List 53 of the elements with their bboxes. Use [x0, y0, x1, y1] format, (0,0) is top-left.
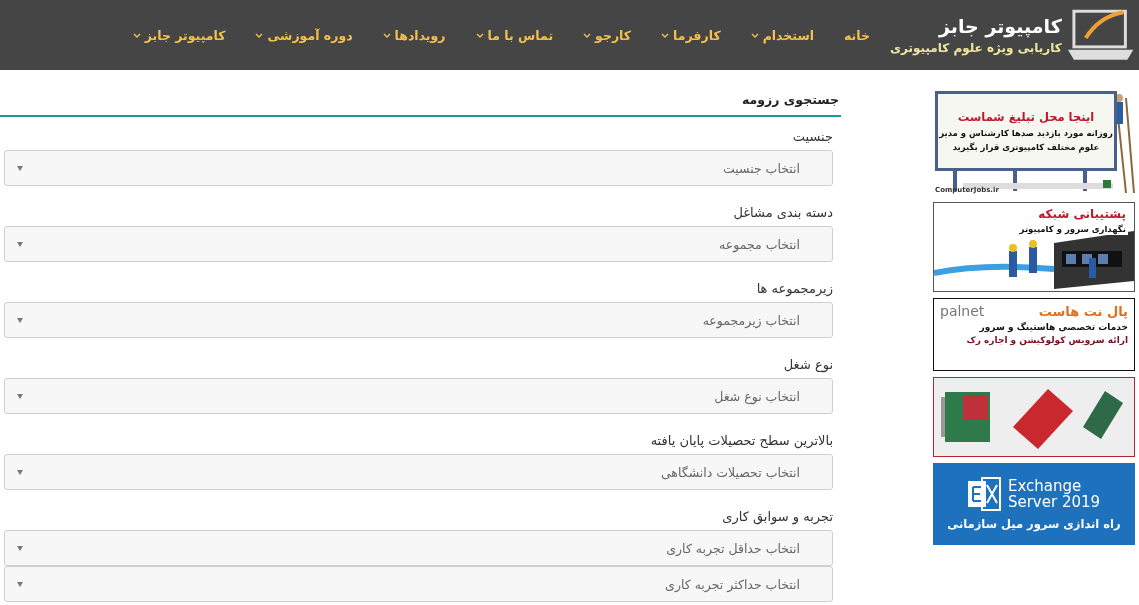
field-label: زیرمجموعه ها: [756, 280, 834, 299]
select-dropdown[interactable]: انتخاب جنسیت: [4, 150, 833, 186]
caret-icon: [17, 469, 23, 475]
nav-menu-item[interactable]: کارجو: [583, 27, 632, 43]
ad-brand: Server 2019: [1007, 494, 1101, 511]
logo-subtitle: کاریابی ویژه علوم کامپیوتری: [890, 41, 1062, 55]
ad-banner[interactable]: پشتیبانی شبکه نگهداری سرور و کامپیوتر: [933, 202, 1135, 292]
caret-icon: [17, 165, 23, 171]
exchange-logo-icon: [967, 477, 1002, 511]
caret-icon: [17, 393, 23, 399]
caret-icon: [17, 241, 23, 247]
chevron-down-icon: [382, 32, 391, 38]
nav-menu-item[interactable]: دوره آموزشی: [255, 27, 353, 43]
nav-menu-item[interactable]: تماس با ما: [475, 27, 554, 43]
caret-icon: [17, 581, 23, 587]
field-label: بالاترین سطح تحصیلات پایان یافته: [650, 432, 834, 451]
chevron-down-icon: [750, 32, 759, 38]
form-title: جستجوی رزومه: [742, 92, 839, 107]
ad-text: راه اندازی سرور میل سازمانی: [947, 517, 1121, 531]
chevron-down-icon: [255, 32, 264, 38]
logo-title: کامپیوتر جابز: [939, 15, 1062, 37]
nav-menu-item[interactable]: کامپیوتر جابز: [132, 27, 226, 43]
field-label: دسته بندی مشاغل: [733, 204, 834, 222]
laptop-icon: [1065, 8, 1135, 62]
field-label: نوع شغل: [783, 356, 834, 375]
ad-title: پشتیبانی شبکه: [1038, 207, 1126, 221]
ad-text: ارائه سرویس کولوکیشن و اجاره رک: [965, 335, 1128, 345]
select-dropdown[interactable]: انتخاب زیرمجموعه: [4, 302, 833, 338]
nav-menu-item[interactable]: خانه: [844, 27, 870, 43]
caret-icon: [17, 545, 23, 551]
chevron-down-icon: [475, 32, 484, 38]
ad-brand: palnet: [940, 303, 985, 319]
ad-title: اینجا محل تبلیغ شماست: [957, 110, 1095, 124]
ad-title: پال نت هاست: [1038, 303, 1128, 319]
ad-text: خدمات تخصصی هاستینگ و سرور: [978, 322, 1128, 332]
ad-brand: Exchange: [1007, 477, 1083, 494]
caret-icon: [17, 317, 23, 323]
select-dropdown[interactable]: انتخاب مجموعه: [4, 226, 833, 262]
chevron-down-icon: [583, 32, 592, 38]
nav-menu-item[interactable]: استخدام: [750, 27, 814, 43]
ad-text: روزانه مورد بازدید صدها کارشناس و مدیر: [939, 128, 1113, 138]
nav-menu-item[interactable]: رویدادها: [382, 27, 446, 43]
ad-text: نگهداری سرور و کامپیوتر: [1019, 224, 1126, 234]
nav-menu-item[interactable]: کارفرما: [661, 27, 721, 43]
select-dropdown[interactable]: انتخاب تحصیلات دانشگاهی: [4, 454, 833, 490]
chevron-down-icon: [661, 32, 670, 38]
ad-text: علوم مختلف کامپیوتری قرار بگیرید: [952, 142, 1100, 152]
field-label: جنسیت: [792, 128, 834, 146]
select-dropdown[interactable]: انتخاب حداکثر تجربه کاری: [4, 566, 833, 602]
chevron-down-icon: [132, 32, 141, 38]
select-dropdown[interactable]: انتخاب حداقل تجربه کاری: [4, 530, 833, 566]
field-label: تجربه و سوابق کاری: [722, 508, 834, 527]
select-dropdown[interactable]: انتخاب نوع شغل: [4, 378, 833, 414]
